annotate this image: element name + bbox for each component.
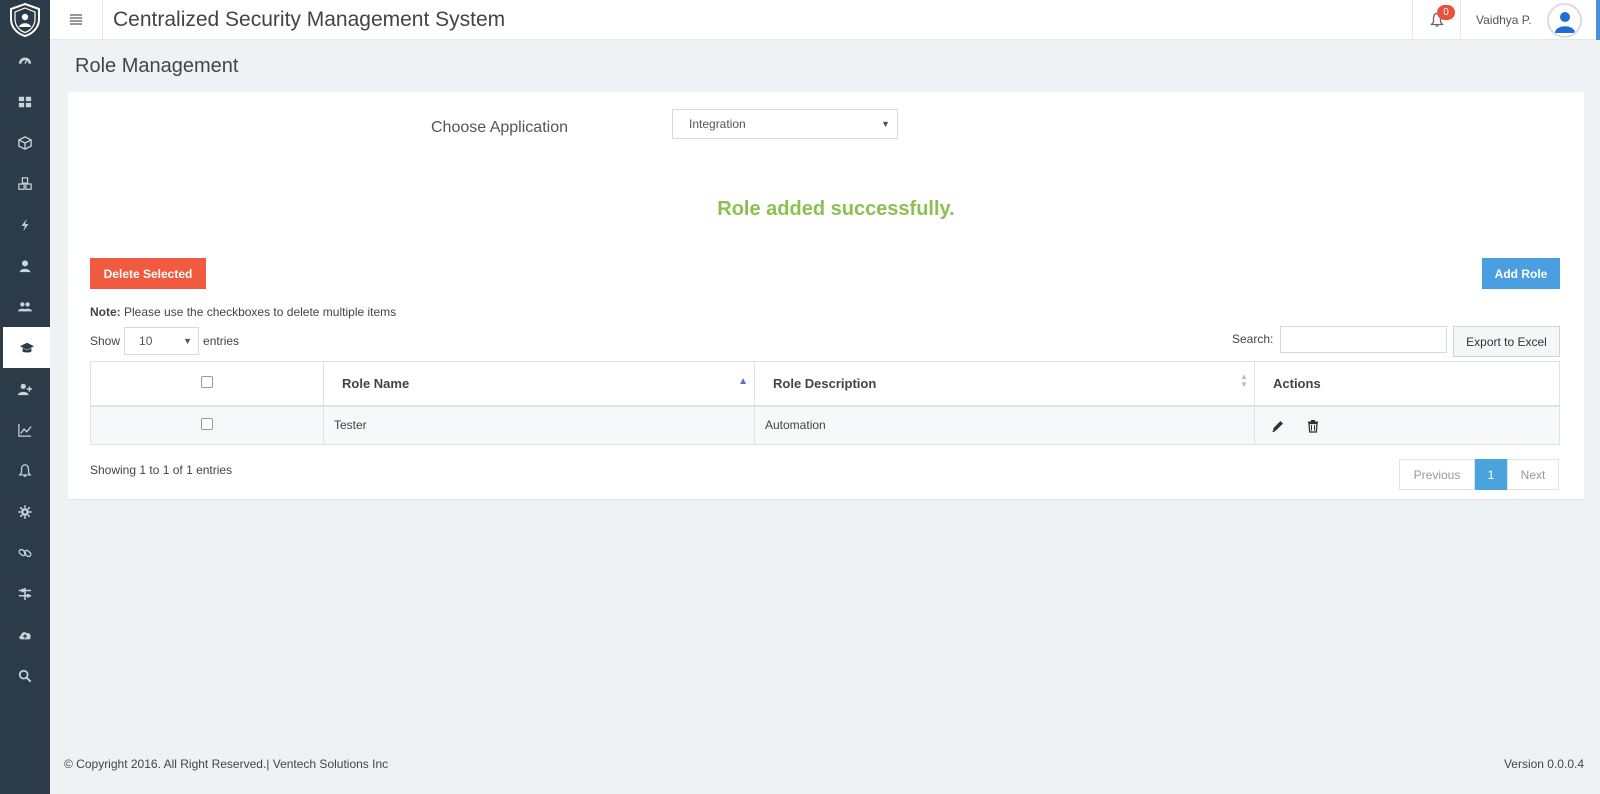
entries-label: entries: [203, 334, 240, 348]
sort-ascending-icon: ▲: [738, 376, 748, 387]
sidebar: [0, 0, 50, 794]
cloud-upload-icon: [19, 631, 31, 639]
gear-icon: [18, 504, 32, 519]
footer-version: Version 0.0.0.4: [1503, 757, 1584, 771]
role-management-panel: Choose Application Integration ▼ Role ad…: [68, 92, 1584, 500]
export-to-excel-button[interactable]: Export to Excel: [1453, 326, 1560, 357]
sidebar-item-add-user[interactable]: [0, 368, 50, 409]
search-label: Search:: [1232, 332, 1274, 346]
pagination: Previous 1 Next: [1399, 459, 1559, 490]
roles-table: Role Name ▲ Role Description ▲ ▼ Actions …: [90, 361, 1560, 445]
menu-toggle-button[interactable]: [50, 0, 103, 40]
caret-down-icon: ▼: [183, 336, 193, 346]
table-info: Showing 1 to 1 of 1 entries: [90, 463, 233, 477]
select-all-checkbox[interactable]: [201, 375, 213, 388]
note-text: Note: Please use the checkboxes to delet…: [90, 305, 396, 319]
sidebar-item-upload[interactable]: [0, 614, 50, 655]
trash-icon: [1308, 419, 1319, 433]
search-input[interactable]: [1280, 326, 1447, 353]
bolt-icon: [21, 218, 29, 231]
table-row: Tester Automation: [90, 405, 1560, 445]
page-1-button[interactable]: 1: [1475, 459, 1507, 490]
row-select-cell: [90, 405, 324, 445]
users-icon: [18, 301, 32, 311]
delete-selected-button[interactable]: Delete Selected: [90, 258, 206, 289]
notifications-button[interactable]: 0: [1412, 0, 1461, 40]
notification-count-badge: 0: [1437, 5, 1455, 20]
sidebar-item-links[interactable]: [0, 532, 50, 573]
link-icon: [18, 548, 32, 557]
user-avatar-icon: [1554, 11, 1575, 33]
sidebar-item-dashboard[interactable]: [0, 40, 50, 81]
sidebar-item-roles[interactable]: [0, 327, 50, 368]
choose-application-label: Choose Application: [431, 119, 568, 136]
user-icon: [19, 259, 31, 272]
sidebar-item-grid[interactable]: [0, 81, 50, 122]
footer-copyright: © Copyright 2016. All Right Reserved.| V…: [64, 757, 389, 771]
cubes-icon: [18, 176, 32, 190]
add-role-button[interactable]: Add Role: [1482, 258, 1560, 289]
actions-cell: [1254, 405, 1560, 445]
application-select[interactable]: Integration ▼: [672, 109, 898, 139]
app-title: Centralized Security Management System: [113, 8, 506, 31]
column-header-role-description[interactable]: Role Description ▲ ▼: [754, 361, 1255, 407]
table-header-row: Role Name ▲ Role Description ▲ ▼ Actions: [90, 361, 1560, 407]
column-header-role-name[interactable]: Role Name ▲: [323, 361, 755, 407]
search-icon: [18, 669, 32, 682]
hamburger-icon: [70, 14, 82, 25]
user-name[interactable]: Vaidhya P.: [1476, 13, 1532, 27]
sidebar-item-cube[interactable]: [0, 122, 50, 163]
entries-select[interactable]: 10 ▼: [124, 327, 200, 355]
entries-length-control: Show 10 ▼ entries: [90, 327, 239, 355]
cube-icon: [18, 135, 32, 150]
sidebar-item-settings[interactable]: [0, 491, 50, 532]
edit-button[interactable]: [1271, 419, 1285, 433]
sidebar-item-alerts[interactable]: [0, 450, 50, 491]
role-description-cell: Automation: [754, 405, 1255, 445]
delete-button[interactable]: [1306, 419, 1320, 433]
grid-icon: [18, 96, 32, 107]
top-header: Centralized Security Management System 0…: [50, 0, 1600, 40]
role-name-cell: Tester: [323, 405, 755, 445]
previous-page-button[interactable]: Previous: [1399, 459, 1475, 490]
column-header-label: Role Description: [773, 375, 877, 391]
sidebar-item-controls[interactable]: [0, 573, 50, 614]
caret-down-icon: ▼: [881, 119, 890, 129]
sidebar-item-user[interactable]: [0, 245, 50, 286]
select-all-header: [90, 361, 324, 407]
shield-logo-icon: [10, 2, 40, 38]
sidebar-item-reports[interactable]: [0, 409, 50, 450]
row-checkbox[interactable]: [201, 417, 213, 430]
sidebar-item-bolt[interactable]: [0, 204, 50, 245]
app-logo[interactable]: [0, 0, 50, 40]
entries-select-value: 10: [139, 334, 153, 348]
show-label: Show: [90, 334, 121, 348]
sort-both-icon: ▲ ▼: [1240, 372, 1248, 389]
pencil-icon: [1272, 420, 1283, 432]
application-select-value: Integration: [689, 117, 746, 131]
header-accent: [1596, 0, 1600, 40]
sidebar-item-users[interactable]: [0, 286, 50, 327]
success-message: Role added successfully.: [717, 198, 955, 220]
sidebar-item-cubes[interactable]: [0, 163, 50, 204]
bell-icon: [18, 463, 32, 477]
sidebar-item-search[interactable]: [0, 655, 50, 696]
graduation-cap-icon: [19, 342, 34, 352]
note-body: Please use the checkboxes to delete mult…: [120, 305, 397, 319]
avatar[interactable]: [1547, 3, 1582, 38]
column-header-label: Actions: [1273, 375, 1321, 391]
page-title: Role Management: [75, 55, 239, 77]
user-plus-icon: [18, 383, 32, 395]
column-header-label: Role Name: [342, 375, 410, 391]
sliders-icon: [18, 587, 32, 600]
column-header-actions: Actions: [1254, 361, 1560, 407]
line-chart-icon: [18, 423, 32, 437]
next-page-button[interactable]: Next: [1507, 459, 1559, 490]
note-label: Note:: [90, 305, 121, 319]
dashboard-icon: [18, 57, 32, 64]
